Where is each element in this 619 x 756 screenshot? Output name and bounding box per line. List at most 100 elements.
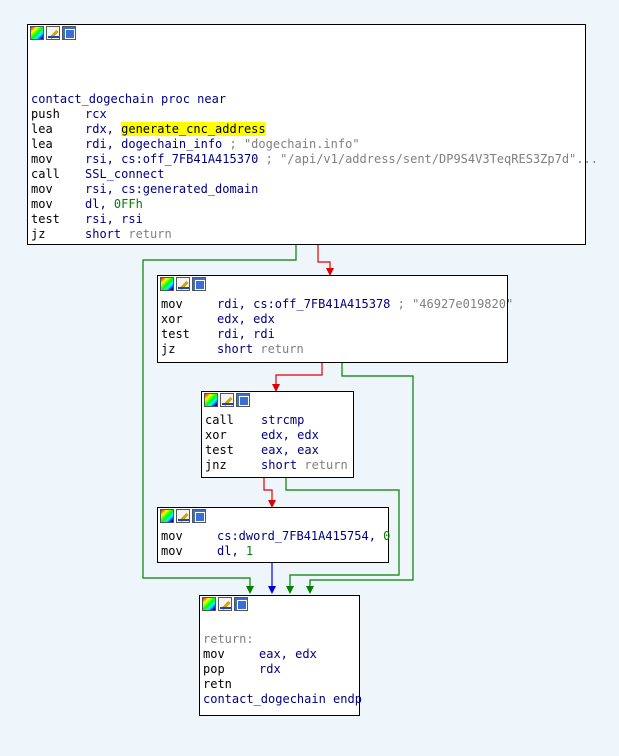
asm-mnemonic[interactable]: mov <box>161 544 183 559</box>
asm-mnemonic[interactable]: xor <box>161 312 183 327</box>
asm-operand-text[interactable]: short <box>261 458 304 472</box>
asm-operands: rsi, cs:off_7FB41A415370 ; "/api/v1/addr… <box>85 152 598 167</box>
edit-node-icon[interactable] <box>220 393 234 407</box>
immediate-value[interactable]: 0 <box>383 529 390 543</box>
xrefs-icon[interactable] <box>192 509 206 523</box>
asm-comment[interactable]: ; "/api/v1/address/sent/DP9S4V3TeqRES3Zp… <box>258 152 598 166</box>
edge-n1-n2 <box>317 245 331 272</box>
node-toolbar <box>158 276 208 294</box>
graph-overview-icon[interactable] <box>160 509 174 523</box>
graph-overview-icon[interactable] <box>30 26 44 40</box>
asm-comment[interactable]: ; "dogechain.info" <box>222 137 360 151</box>
graph-node-check-key[interactable]: mov rdi, cs:off_7FB41A415378 ; "46927e019… <box>157 275 513 363</box>
asm-mnemonic[interactable]: mov <box>31 152 53 167</box>
graph-overview-icon[interactable] <box>202 597 216 611</box>
asm-operand-text[interactable]: rdi, dogechain_info <box>85 137 222 151</box>
asm-mnemonic[interactable]: call <box>205 413 234 428</box>
asm-operand-text[interactable]: cs:dword_7FB41A415754, <box>217 529 383 543</box>
asm-mnemonic[interactable]: pop <box>203 662 225 677</box>
edge-n2-n5-arrow <box>306 586 314 594</box>
asm-mnemonic[interactable]: lea <box>31 137 53 152</box>
graph-node-set-flag[interactable]: mov cs:dword_7FB41A415754, 0 mov dl, 1 <box>157 507 390 563</box>
asm-mnemonic[interactable]: test <box>161 327 190 342</box>
highlighted-symbol[interactable]: generate_cnc_address <box>121 122 266 136</box>
node-toolbar <box>202 392 252 410</box>
asm-operands: rsi, cs:generated_domain <box>85 182 258 197</box>
asm-mnemonic[interactable]: jz <box>31 227 45 242</box>
asm-operand-text[interactable]: edx, edx <box>217 312 275 326</box>
asm-operand-text[interactable]: short <box>85 227 128 241</box>
asm-mnemonic[interactable]: mov <box>161 529 183 544</box>
asm-mnemonic[interactable]: mov <box>161 297 183 312</box>
asm-operands: rdi, dogechain_info ; "dogechain.info" <box>85 137 360 152</box>
graph-node-entry[interactable]: contact_dogechain proc near push rcx lea rd… <box>27 24 598 245</box>
asm-operand-text[interactable]: short <box>217 342 260 356</box>
xrefs-icon[interactable] <box>236 393 250 407</box>
immediate-value[interactable]: 0FFh <box>114 197 143 211</box>
asm-operands: rsi, rsi <box>85 212 143 227</box>
edge-n2-n3 <box>275 362 323 388</box>
return-label[interactable]: return: <box>203 632 254 647</box>
asm-mnemonic[interactable]: xor <box>205 428 227 443</box>
asm-mnemonic[interactable]: mov <box>31 197 53 212</box>
asm-operands: rdx <box>259 662 281 677</box>
asm-operand-text[interactable]: rdi, cs:off_7FB41A415378 <box>217 297 390 311</box>
asm-operands: short return <box>217 342 304 357</box>
node-toolbar <box>200 596 250 614</box>
asm-mnemonic[interactable]: lea <box>31 122 53 137</box>
graph-overview-icon[interactable] <box>204 393 218 407</box>
jump-target[interactable]: return <box>128 227 171 241</box>
immediate-value[interactable]: 1 <box>246 544 253 558</box>
asm-mnemonic[interactable]: retn <box>203 677 232 692</box>
asm-mnemonic[interactable]: test <box>205 443 234 458</box>
edit-node-icon[interactable] <box>218 597 232 611</box>
asm-operands: strcmp <box>261 413 304 428</box>
asm-operands: eax, eax <box>261 443 319 458</box>
asm-operand-text[interactable]: rcx <box>85 107 107 121</box>
edge-n1-n5-arrow <box>246 586 254 594</box>
asm-operand-text[interactable]: strcmp <box>261 413 304 427</box>
xrefs-icon[interactable] <box>62 26 76 40</box>
xrefs-icon[interactable] <box>192 277 206 291</box>
asm-mnemonic[interactable]: jnz <box>205 458 227 473</box>
endp-label[interactable]: contact_dogechain endp <box>203 692 362 707</box>
asm-operand-text[interactable]: SSL_connect <box>85 167 164 181</box>
jump-target[interactable]: return <box>260 342 303 356</box>
node-toolbar <box>158 508 208 526</box>
graph-overview-icon[interactable] <box>160 277 174 291</box>
edit-node-icon[interactable] <box>176 509 190 523</box>
asm-mnemonic[interactable]: test <box>31 212 60 227</box>
asm-operand-text[interactable]: rdx, <box>85 122 121 136</box>
asm-operands: short return <box>85 227 172 242</box>
asm-mnemonic[interactable]: jz <box>161 342 175 357</box>
asm-operands: rdx, generate_cnc_address <box>85 122 266 137</box>
asm-operand-text[interactable]: dl, <box>217 544 246 558</box>
edit-node-icon[interactable] <box>46 26 60 40</box>
xrefs-icon[interactable] <box>234 597 248 611</box>
asm-operand-text[interactable]: dl, <box>85 197 114 211</box>
asm-operand-text[interactable]: rsi, rsi <box>85 212 143 226</box>
asm-operand-text[interactable]: eax, edx <box>259 647 317 661</box>
graph-node-return[interactable]: return: mov eax, edx pop rdx retn contact_do… <box>199 595 362 716</box>
asm-comment[interactable]: ; "46927e019820" <box>390 297 514 311</box>
asm-operands: short return <box>261 458 348 473</box>
asm-mnemonic[interactable]: mov <box>31 182 53 197</box>
asm-operands: dl, 0FFh <box>85 197 143 212</box>
asm-operand-text[interactable]: rsi, cs:generated_domain <box>85 182 258 196</box>
asm-mnemonic[interactable]: mov <box>203 647 225 662</box>
asm-operands: edx, edx <box>261 428 319 443</box>
edit-node-icon[interactable] <box>176 277 190 291</box>
proc-label[interactable]: contact_dogechain proc near <box>31 92 226 107</box>
asm-operand-text[interactable]: edx, edx <box>261 428 319 442</box>
asm-mnemonic[interactable]: push <box>31 107 60 122</box>
jump-target[interactable]: return <box>304 458 347 472</box>
edge-n4-n5-arrow <box>268 586 276 594</box>
asm-operand-text[interactable]: rsi, cs:off_7FB41A415370 <box>85 152 258 166</box>
asm-operand-text[interactable]: rdi, rdi <box>217 327 275 341</box>
asm-operands: dl, 1 <box>217 544 253 559</box>
asm-mnemonic[interactable]: call <box>31 167 60 182</box>
asm-operand-text[interactable]: eax, eax <box>261 443 319 457</box>
asm-operands: rcx <box>85 107 107 122</box>
graph-node-strcmp[interactable]: call strcmp xor edx, edx test eax, eax jnz shor… <box>201 391 354 478</box>
asm-operand-text[interactable]: rdx <box>259 662 281 676</box>
